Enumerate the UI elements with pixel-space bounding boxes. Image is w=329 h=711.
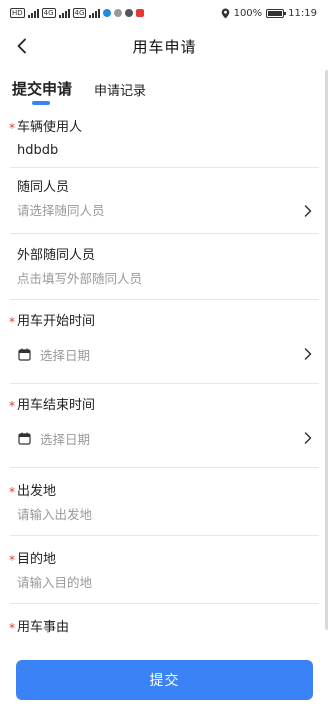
application-form: * 车辆使用人 hdbdb 随同人员 请选择随同人员 外部随同人员 点击填写外部… (0, 112, 329, 644)
chevron-right-icon (301, 204, 315, 218)
field-external-accompanying: 外部随同人员 点击填写外部随同人员 (10, 234, 319, 300)
wechat-icon (125, 9, 134, 17)
vehicle-user-input[interactable]: hdbdb (10, 138, 319, 164)
chevron-right-icon (301, 431, 315, 445)
field-destination: * 目的地 请输入目的地 (9, 536, 319, 604)
back-button[interactable] (8, 32, 36, 60)
external-label: 外部随同人员 (17, 248, 96, 263)
field-reason: * 用车事由 (9, 604, 319, 644)
app-notification-icon (103, 9, 112, 17)
accompanying-label: 随同人员 (17, 180, 70, 195)
field-vehicle-user: * 车辆使用人 hdbdb (9, 112, 319, 168)
departure-label: 出发地 (17, 484, 57, 499)
active-tab-indicator (32, 101, 50, 105)
destination-input[interactable]: 请输入目的地 (10, 570, 319, 596)
signal-icon (27, 8, 39, 18)
external-input[interactable]: 点击填写外部随同人员 (10, 266, 319, 292)
vehicle-user-label: 车辆使用人 (17, 120, 83, 135)
signal-icon (58, 8, 70, 18)
status-right: 100% 11:19 (221, 8, 317, 19)
field-label: * 用车结束时间 (9, 396, 319, 416)
battery-percent: 100% (233, 7, 263, 19)
field-label: * 车辆使用人 (9, 118, 319, 138)
screen: HD 4G 4G 100% 11:19 用车申请 提交申请 申请记录 * 车辆使… (0, 0, 329, 711)
submit-button[interactable]: 提交 (16, 660, 313, 700)
end-date-placeholder: 选择日期 (40, 431, 91, 447)
required-mark: * (9, 121, 15, 135)
start-time-label: 用车开始时间 (17, 314, 96, 329)
network-badge-1: 4G (41, 8, 56, 18)
field-label: * 用车开始时间 (9, 312, 319, 332)
accompanying-select[interactable]: 请选择随同人员 (10, 198, 319, 224)
hd-badge: HD (10, 8, 25, 18)
nav-bar: 用车申请 (0, 26, 329, 66)
required-mark: * (9, 399, 15, 413)
app-notification-icon (114, 9, 123, 17)
bottom-action-bar: 提交 (0, 650, 329, 711)
field-accompanying: 随同人员 请选择随同人员 (10, 168, 319, 234)
battery-icon (266, 8, 287, 18)
destination-label: 目的地 (17, 552, 57, 567)
status-left: HD 4G 4G (10, 8, 145, 18)
clock: 11:19 (288, 7, 317, 19)
field-label: * 用车事由 (9, 618, 319, 638)
tab-bar: 提交申请 申请记录 (0, 74, 329, 108)
chevron-left-icon (17, 38, 26, 54)
end-time-label: 用车结束时间 (17, 398, 96, 413)
required-mark: * (9, 485, 15, 499)
page-title: 用车申请 (132, 37, 197, 56)
start-date-placeholder: 选择日期 (40, 347, 91, 363)
calendar-icon (18, 432, 31, 445)
accompanying-placeholder: 请选择随同人员 (17, 203, 105, 218)
date-picker-content: 选择日期 (18, 345, 90, 364)
location-icon (221, 8, 229, 18)
field-label: * 出发地 (9, 482, 319, 502)
calendar-icon (18, 348, 31, 361)
tab-application-records[interactable]: 申请记录 (94, 80, 146, 99)
required-mark: * (9, 553, 15, 567)
chevron-right-icon (301, 347, 315, 361)
reason-label: 用车事由 (17, 620, 70, 635)
scrollbar[interactable] (325, 70, 328, 630)
tab-submit-application[interactable]: 提交申请 (12, 78, 72, 99)
start-date-picker[interactable]: 选择日期 (10, 332, 319, 376)
field-end-time: * 用车结束时间 选择日期 (9, 384, 319, 468)
status-bar: HD 4G 4G 100% 11:19 (0, 0, 329, 26)
network-badge-2: 4G (72, 8, 87, 18)
signal-icon (89, 8, 101, 18)
field-label: * 目的地 (9, 550, 319, 570)
required-mark: * (9, 621, 15, 635)
app-notification-icon (136, 9, 145, 17)
departure-input[interactable]: 请输入出发地 (10, 502, 319, 528)
field-departure: * 出发地 请输入出发地 (9, 468, 319, 536)
field-start-time: * 用车开始时间 选择日期 (9, 300, 319, 384)
required-mark: * (9, 315, 15, 329)
end-date-picker[interactable]: 选择日期 (10, 416, 319, 460)
date-picker-content: 选择日期 (18, 429, 90, 448)
